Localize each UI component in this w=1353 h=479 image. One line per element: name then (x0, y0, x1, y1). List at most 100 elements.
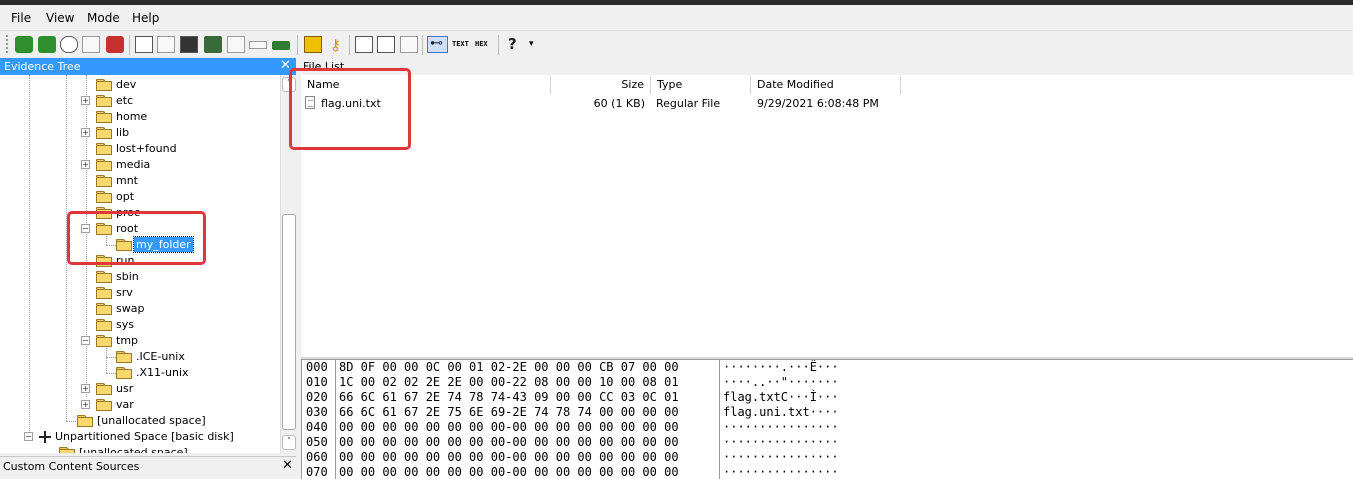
hex-bytes: 00 00 00 00 00 00 00 00-00 00 00 00 00 0… (339, 435, 679, 449)
expand-icon[interactable]: + (81, 384, 90, 393)
expand-icon[interactable]: + (81, 96, 90, 105)
obtain-protected-files-icon[interactable] (204, 36, 222, 53)
menu-file[interactable]: File (11, 11, 31, 25)
file-list[interactable]: Name Size Type Date Modified flag.uni.tx… (301, 75, 1353, 357)
hex-offset: 040 (306, 420, 328, 434)
document-properties-icon[interactable] (377, 36, 395, 53)
toolbar-separator (297, 35, 298, 55)
scroll-down-icon[interactable]: ˅ (282, 435, 296, 450)
tree-item-unpartitioned-space[interactable]: − Unpartitioned Space [basic disk] (24, 429, 236, 445)
tree-guide-line (106, 373, 116, 374)
expand-icon[interactable]: + (81, 128, 90, 137)
menu-view[interactable]: View (46, 11, 74, 25)
new-document-icon[interactable] (355, 36, 373, 53)
help-icon[interactable]: ? (504, 35, 522, 53)
custom-content-sources-title: Custom Content Sources (3, 460, 140, 473)
tree-item-usr[interactable]: + usr (81, 381, 135, 397)
hex-view-icon[interactable]: HEX (474, 36, 494, 53)
auto-view-icon[interactable]: ⊷ (427, 36, 448, 53)
toolbar-separator (129, 35, 130, 55)
tree-item-mnt[interactable]: mnt (96, 173, 140, 189)
custom-content-sources-header: Custom Content Sources ✕ (0, 456, 296, 479)
tree-item-label: tmp (116, 334, 139, 347)
hex-bytes: 00 00 00 00 00 00 00 00-00 00 00 00 00 0… (339, 450, 679, 464)
tree-item-dev[interactable]: dev (96, 77, 138, 93)
hex-offset: 010 (306, 375, 328, 389)
capture-memory-icon[interactable] (180, 36, 198, 53)
verify-drive-icon[interactable] (249, 41, 267, 49)
tree-item-srv[interactable]: srv (96, 285, 135, 301)
hex-bytes: 8D 0F 00 00 0C 00 01 02-2E 00 00 00 CB 0… (339, 360, 679, 374)
hex-bytes: 1C 00 02 02 2E 2E 00 00-22 08 00 00 10 0… (339, 375, 679, 389)
column-size[interactable]: Size (551, 76, 651, 94)
key-icon[interactable]: ⚷ (326, 36, 344, 54)
tree-item-lost-found[interactable]: lost+found (96, 141, 179, 157)
tree-item-etc[interactable]: + etc (81, 93, 135, 109)
tree-item-label: sbin (116, 270, 139, 283)
hex-ascii: ················ (723, 465, 839, 479)
folder-icon (96, 127, 112, 139)
tree-item-label: .X11-unix (136, 366, 189, 379)
collapse-icon[interactable]: − (24, 432, 33, 441)
collapse-icon[interactable]: − (81, 336, 90, 345)
tree-item-label: [unallocated space] (79, 446, 188, 453)
add-all-images-icon[interactable] (38, 36, 56, 53)
folder-icon (96, 303, 112, 315)
toolbar-overflow-icon[interactable]: ▾ (527, 36, 537, 53)
hex-offset: 030 (306, 405, 328, 419)
tree-item-media[interactable]: + media (81, 157, 152, 173)
tree-item-unallocated-space[interactable]: [unallocated space] (77, 413, 208, 429)
tree-item-swap[interactable]: swap (96, 301, 146, 317)
highlight-box-tree (67, 211, 206, 265)
menu-help[interactable]: Help (132, 11, 159, 25)
create-disk-image-icon[interactable] (135, 36, 153, 53)
tree-item-tmp[interactable]: − tmp (81, 333, 140, 349)
tree-item-unallocated-space-2[interactable]: [unallocated space] (59, 445, 190, 453)
tree-item-var[interactable]: + var (81, 397, 136, 413)
highlight-box-file (289, 68, 411, 150)
image-mounting-icon[interactable] (60, 36, 78, 53)
menu-mode[interactable]: Mode (87, 11, 120, 25)
tree-item-x11-unix[interactable]: .X11-unix (116, 365, 191, 381)
document-list-icon[interactable] (400, 36, 418, 53)
expand-icon[interactable]: + (81, 400, 90, 409)
add-evidence-icon[interactable] (15, 36, 33, 53)
tree-item-opt[interactable]: opt (96, 189, 136, 205)
tree-item-home[interactable]: home (96, 109, 149, 125)
column-date-modified[interactable]: Date Modified (751, 76, 901, 94)
scroll-thumb[interactable] (282, 214, 296, 430)
export-files-icon[interactable] (304, 36, 322, 53)
mount-image-icon[interactable] (272, 41, 290, 50)
folder-icon (96, 143, 112, 155)
folder-icon (96, 319, 112, 331)
export-disk-image-icon[interactable] (157, 36, 175, 53)
detect-encrypted-drives-icon[interactable] (227, 36, 245, 53)
toolbar-gripper[interactable] (6, 35, 11, 53)
evidence-tree-header: Evidence Tree ✕ (0, 58, 296, 75)
tree-item-sbin[interactable]: sbin (96, 269, 141, 285)
hex-offset: 020 (306, 390, 328, 404)
partition-icon (39, 431, 51, 443)
hex-divider (719, 360, 720, 479)
hex-ascii: flag.txtC···Ì··· (723, 390, 839, 404)
tree-item-sys[interactable]: sys (96, 317, 136, 333)
close-icon[interactable]: ✕ (282, 458, 293, 473)
folder-icon (59, 447, 75, 453)
tree-item-ice-unix[interactable]: .ICE-unix (116, 349, 187, 365)
text-view-label: TEXT (452, 40, 469, 48)
column-type[interactable]: Type (651, 76, 751, 94)
tree-item-label: opt (116, 190, 135, 203)
expand-icon[interactable]: + (81, 160, 90, 169)
remove-evidence-icon[interactable] (82, 36, 100, 53)
file-size: 60 (1 KB) (593, 97, 645, 110)
tree-item-lib[interactable]: + lib (81, 125, 131, 141)
text-view-icon[interactable]: TEXT (451, 36, 471, 53)
toolbar-separator (498, 35, 499, 55)
evidence-tree-title: Evidence Tree (4, 60, 81, 73)
toolbar: ⚷ ⊷ TEXT HEX ? ▾ (0, 30, 1353, 58)
remove-all-evidence-icon[interactable] (106, 36, 124, 53)
tree-item-label: lost+found (116, 142, 177, 155)
tree-guide-line (29, 75, 30, 437)
hex-viewer[interactable]: 000 8D 0F 00 00 0C 00 01 02-2E 00 00 00 C… (301, 359, 1353, 479)
file-modified: 9/29/2021 6:08:48 PM (757, 97, 879, 110)
